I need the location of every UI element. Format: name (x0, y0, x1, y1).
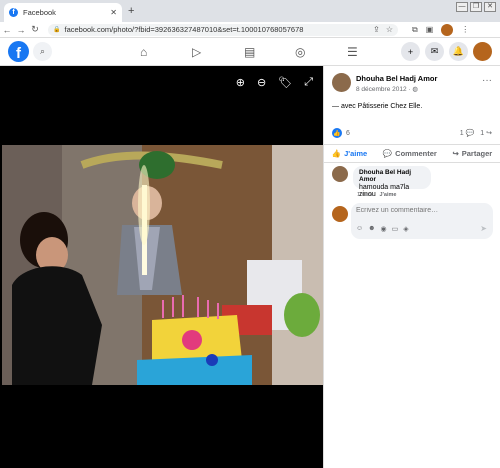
side-panel-icon[interactable]: ▣ (426, 25, 434, 34)
close-window-button[interactable]: ✕ (484, 2, 496, 12)
forward-icon[interactable]: → (14, 25, 28, 35)
post-actions: 👍 J'aime 💬 Commenter ↪ Partager (324, 144, 500, 163)
address-bar[interactable]: 🔒 facebook.com/photo/?fbid=3926363274870… (48, 23, 398, 36)
tag-icon[interactable]: 🏷 (278, 76, 292, 89)
comment-count-icon: 💬 (465, 130, 475, 137)
comment-like-link[interactable]: J'aime (380, 192, 397, 198)
bookmark-star-icon[interactable]: ☆ (386, 25, 393, 34)
share-count-wrap[interactable]: 1 ↪ (480, 129, 492, 137)
profile-avatar[interactable] (441, 23, 454, 36)
reactions-summary: 👍 6 1 💬 1 ↪ (332, 128, 492, 138)
post-details-panel: Dhouha Bel Hadj Amor 8 décembre 2012 · ◍… (323, 66, 500, 468)
comment-meta: 10 ans J'aime (357, 192, 396, 198)
facebook-favicon-icon: f (9, 8, 18, 17)
window-controls: — ❐ ✕ (456, 2, 496, 12)
zoom-out-icon[interactable]: ⊖ (257, 76, 266, 89)
comment-age[interactable]: 10 ans (357, 192, 374, 198)
like-button[interactable]: 👍 J'aime (332, 149, 367, 158)
comment-icon: 💬 (382, 149, 393, 158)
send-icon[interactable]: ➤ (480, 224, 487, 233)
url-text[interactable]: facebook.com/photo/?fbid=392636327487010… (64, 25, 303, 34)
account-avatar[interactable] (473, 42, 492, 61)
share-arrow-icon: ↪ (452, 149, 459, 158)
browser-toolbar: ← → ↻ 🔒 facebook.com/photo/?fbid=3926363… (0, 22, 500, 38)
tab-close-icon[interactable]: ✕ (110, 8, 117, 17)
extensions-icon[interactable]: ⧉ (412, 25, 418, 35)
browser-menu-icon[interactable]: ⋮ (461, 25, 469, 34)
comment-button-label: Commenter (395, 149, 437, 158)
reload-icon[interactable]: ↻ (28, 24, 42, 35)
photo-toolbar: ⊕ ⊖ 🏷 ⤢ (236, 76, 313, 89)
gif-icon[interactable]: ▭ (392, 225, 399, 233)
share-count-icon: ↪ (486, 130, 492, 137)
lock-icon[interactable]: 🔒 (53, 26, 60, 33)
share-button[interactable]: ↪ Partager (452, 149, 492, 158)
post-date[interactable]: 8 décembre 2012 · ◍ (356, 85, 418, 93)
comment-input[interactable] (356, 207, 486, 214)
thumbs-up-icon: 👍 (331, 149, 342, 158)
facebook-header: f ⌕ ⌂ ▷ ▤ ◎ ☰ + ✉ 🔔 (0, 38, 500, 66)
maximize-button[interactable]: ❐ (470, 2, 482, 12)
menu-icon[interactable]: ☰ (347, 45, 358, 59)
share-icon[interactable]: ⇪ (373, 25, 380, 34)
browser-tab[interactable]: f Facebook ✕ (4, 3, 122, 22)
home-icon[interactable]: ⌂ (140, 45, 147, 59)
post-date-text[interactable]: 8 décembre 2012 · (356, 86, 412, 93)
back-icon[interactable]: ← (0, 25, 14, 35)
my-avatar[interactable] (332, 206, 348, 222)
facebook-logo[interactable]: f (8, 41, 29, 62)
share-button-label: Partager (461, 149, 493, 158)
watch-icon[interactable]: ▷ (192, 45, 201, 59)
photo-image (2, 145, 323, 385)
commenter-avatar[interactable] (332, 166, 348, 182)
public-globe-icon: ◍ (412, 86, 419, 93)
more-options-icon[interactable]: ··· (482, 75, 492, 86)
author-avatar[interactable] (332, 73, 351, 92)
comment-composer: ☺ ☻ ◉ ▭ ◈ ➤ (351, 203, 493, 239)
post-tag-text: — avec Pâtisserie Chez Elle. (332, 103, 423, 110)
share-count[interactable]: 1 (480, 130, 484, 137)
search-icon[interactable]: ⌕ (33, 42, 52, 61)
fullscreen-icon[interactable]: ⤢ (304, 76, 313, 89)
composer-tools: ☺ ☻ ◉ ▭ ◈ (356, 225, 409, 233)
notifications-icon[interactable]: 🔔 (449, 42, 468, 61)
photo-viewer: ⊕ ⊖ 🏷 ⤢ (0, 66, 323, 468)
marketplace-icon[interactable]: ▤ (244, 45, 255, 59)
comment-button[interactable]: 💬 Commenter (383, 149, 437, 158)
zoom-in-icon[interactable]: ⊕ (236, 76, 245, 89)
birthday-photo (2, 145, 323, 385)
like-button-label: J'aime (344, 149, 368, 158)
tab-title: Facebook (23, 8, 56, 17)
like-reaction-icon: 👍 (332, 128, 342, 138)
messenger-icon[interactable]: ✉ (425, 42, 444, 61)
comment-author[interactable]: Dhouha Bel Hadj Amor (359, 169, 425, 183)
browser-tab-strip: f Facebook ✕ + — ❐ ✕ (0, 0, 500, 22)
emoji-icon[interactable]: ☻ (368, 225, 375, 233)
minimize-button[interactable]: — (456, 2, 468, 12)
comment-count[interactable]: 1 (460, 130, 464, 137)
like-count[interactable]: 6 (346, 130, 350, 137)
author-name[interactable]: Dhouha Bel Hadj Amor (356, 74, 437, 83)
avatar-sticker-icon[interactable]: ☺ (356, 225, 363, 233)
new-tab-button[interactable]: + (128, 5, 134, 17)
comment-count-wrap[interactable]: 1 💬 (460, 129, 475, 137)
groups-icon[interactable]: ◎ (295, 45, 305, 59)
comment-bubble: Dhouha Bel Hadj Amor hamouda ma7la zinou (353, 166, 431, 198)
sticker-icon[interactable]: ◈ (403, 225, 408, 233)
camera-icon[interactable]: ◉ (381, 225, 387, 233)
create-icon[interactable]: + (401, 42, 420, 61)
